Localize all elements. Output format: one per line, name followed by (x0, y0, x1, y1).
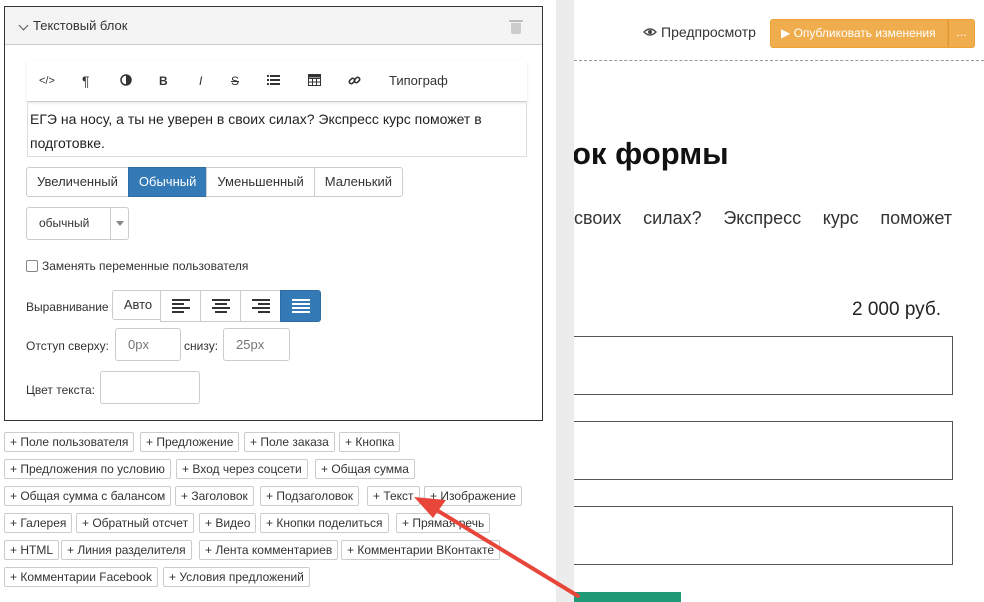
form-field-3[interactable] (574, 506, 953, 565)
size-normal-button[interactable]: Обычный (127, 167, 208, 197)
align-right-button[interactable] (240, 290, 281, 322)
bold-button[interactable]: B (159, 74, 168, 88)
add-conditional-offers-button[interactable]: + Предложения по условию (4, 459, 171, 479)
rich-text-toolbar: </> ¶ B I S Типограф (27, 60, 527, 102)
contrast-icon[interactable] (120, 74, 132, 89)
align-auto-button[interactable]: Авто (112, 290, 164, 320)
align-left-button[interactable] (160, 290, 201, 322)
preview-link[interactable]: Предпросмотр (643, 24, 756, 40)
add-heading-button[interactable]: + Заголовок (175, 486, 254, 506)
publish-button[interactable]: ▶ Опубликовать изменения (770, 19, 948, 48)
add-total-button[interactable]: + Общая сумма (315, 459, 415, 479)
replace-vars-row: Заменять переменные пользователя (26, 259, 248, 273)
add-facebook-comments-button[interactable]: + Комментарии Facebook (4, 567, 158, 587)
form-field-2[interactable] (574, 421, 953, 480)
header-divider (574, 60, 984, 61)
eye-icon (643, 28, 657, 36)
align-justify-button[interactable] (280, 290, 321, 322)
add-user-field-button[interactable]: + Поле пользователя (4, 432, 135, 452)
list-icon[interactable] (267, 74, 280, 89)
size-smaller-button[interactable]: Уменьшенный (206, 167, 315, 197)
caret-down-icon (116, 221, 124, 226)
form-field-1[interactable] (574, 336, 953, 395)
replace-vars-checkbox[interactable] (26, 260, 38, 272)
link-icon[interactable] (348, 74, 361, 90)
typograph-button[interactable]: Типограф (389, 74, 448, 88)
add-subheading-button[interactable]: + Подзаголовок (260, 486, 360, 506)
table-icon[interactable] (308, 74, 321, 89)
page-preview: Предпросмотр ▶ Опубликовать изменения ..… (574, 0, 984, 602)
paragraph-button[interactable]: ¶ (82, 74, 90, 88)
add-offer-terms-button[interactable]: + Условия предложений (163, 567, 310, 587)
panel-title: Текстовый блок (33, 18, 128, 33)
add-video-button[interactable]: + Видео (199, 513, 257, 533)
align-label: Выравнивание (26, 300, 109, 314)
add-html-button[interactable]: + HTML (4, 540, 60, 560)
align-center-button[interactable] (200, 290, 241, 322)
editor-sidebar: Текстовый блок </> ¶ B I S Типограф ЕГЭ … (0, 0, 556, 602)
select-divider (110, 208, 111, 239)
size-large-button[interactable]: Увеличенный (26, 167, 129, 197)
submit-button[interactable] (574, 592, 681, 602)
trash-icon[interactable] (509, 20, 523, 34)
screen: Текстовый блок </> ¶ B I S Типограф ЕГЭ … (0, 0, 984, 602)
form-description: своих силах? Экспресс курс поможет (574, 208, 952, 228)
add-order-field-button[interactable]: + Поле заказа (244, 432, 335, 452)
code-button[interactable]: </> (39, 74, 55, 88)
text-editor[interactable]: ЕГЭ на носу, а ты не уверен в своих сила… (27, 103, 527, 157)
scroll-gutter (556, 0, 574, 602)
add-total-balance-button[interactable]: + Общая сумма с балансом (4, 486, 172, 506)
add-vk-comments-button[interactable]: + Комментарии ВКонтакте (341, 540, 501, 560)
add-countdown-button[interactable]: + Обратный отсчет (76, 513, 195, 533)
add-comments-feed-button[interactable]: + Лента комментариев (199, 540, 339, 560)
add-text-button[interactable]: + Текст (367, 486, 420, 506)
add-quote-button[interactable]: + Прямая речь (396, 513, 491, 533)
add-share-buttons-button[interactable]: + Кнопки поделиться (260, 513, 389, 533)
chevron-down-icon[interactable] (18, 20, 29, 31)
add-offer-button[interactable]: + Предложение (140, 432, 240, 452)
add-image-button[interactable]: + Изображение (424, 486, 522, 506)
indent-bottom-label: снизу: (184, 339, 219, 353)
font-weight-value: обычный (39, 216, 90, 230)
indent-top-input[interactable] (115, 328, 181, 361)
italic-button[interactable]: I (199, 74, 202, 88)
add-divider-button[interactable]: + Линия разделителя (61, 540, 192, 560)
publish-more-button[interactable]: ... (948, 19, 975, 48)
price-text: 2 000 руб. (852, 299, 942, 320)
add-gallery-button[interactable]: + Галерея (4, 513, 73, 533)
size-small-button[interactable]: Маленький (313, 167, 403, 197)
strike-button[interactable]: S (231, 74, 239, 88)
font-weight-select[interactable]: обычный (26, 207, 129, 240)
add-social-login-button[interactable]: + Вход через соцсети (176, 459, 308, 479)
form-heading: ок формы (574, 136, 729, 171)
text-color-label: Цвет текста: (26, 383, 96, 397)
indent-bottom-input[interactable] (223, 328, 290, 361)
replace-vars-label: Заменять переменные пользователя (42, 259, 249, 273)
text-color-input[interactable] (100, 371, 200, 404)
panel-header[interactable]: Текстовый блок (5, 7, 542, 45)
add-button-button[interactable]: + Кнопка (339, 432, 401, 452)
text-size-group: Увеличенный Обычный Уменьшенный Маленьки… (26, 167, 403, 197)
preview-label: Предпросмотр (661, 24, 756, 40)
text-block-panel: Текстовый блок </> ¶ B I S Типограф ЕГЭ … (4, 6, 543, 421)
indent-top-label: Отступ сверху: (26, 339, 109, 353)
